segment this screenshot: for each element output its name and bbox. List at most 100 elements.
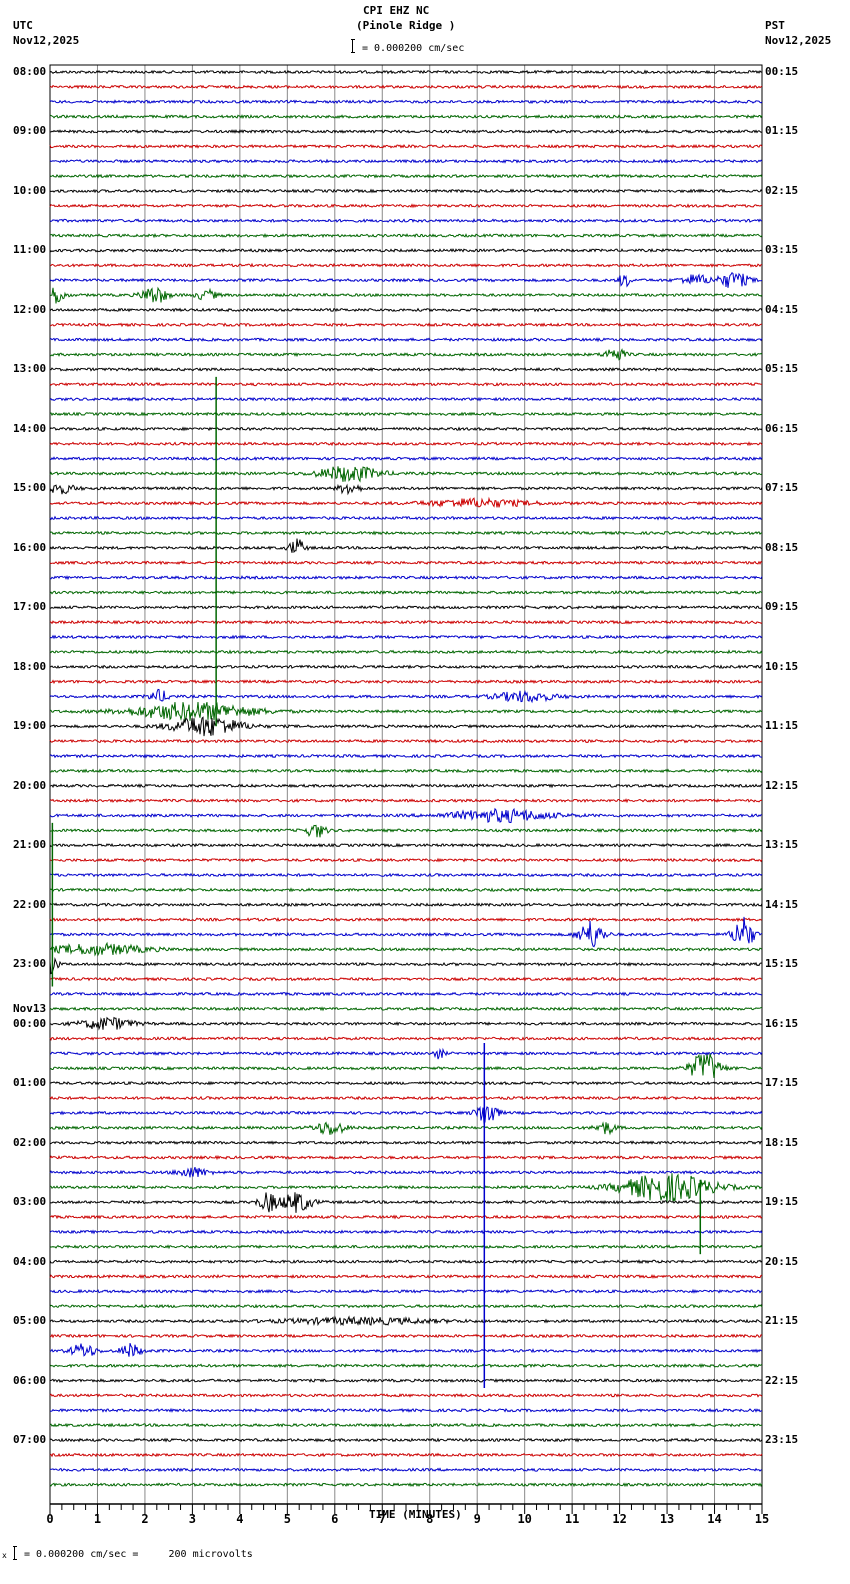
pst-hour-label: 20:15 [765, 1254, 799, 1268]
trace-row-92 [49, 1437, 763, 1443]
utc-hour-label: 07:00 [13, 1433, 47, 1447]
trace-row-71 [49, 1121, 763, 1136]
trace-row-49 [49, 798, 763, 804]
trace-row-2 [49, 99, 763, 105]
trace-row-21 [49, 381, 762, 387]
trace-row-36 [49, 604, 763, 610]
trace-row-61 [49, 976, 763, 982]
pst-hour-label: 10:15 [765, 659, 799, 673]
x-tick-label: 9 [474, 1512, 481, 1526]
trace-row-5 [49, 143, 763, 149]
trace-row-28 [49, 483, 763, 496]
trace-row-79 [49, 1244, 763, 1250]
utc-hour-label: 12:00 [13, 302, 47, 316]
x-tick-label: 4 [236, 1512, 243, 1526]
utc-hour-label: 01:00 [13, 1076, 47, 1090]
trace-row-30 [49, 515, 763, 521]
trace-row-77 [49, 1214, 763, 1220]
utc-hour-label: 16:00 [13, 540, 47, 554]
x-tick-label: 2 [141, 1512, 148, 1526]
trace-row-63 [49, 1006, 762, 1012]
trace-row-73 [49, 1154, 763, 1161]
x-tick-label: 3 [189, 1512, 196, 1526]
trace-row-38 [49, 634, 763, 640]
seismogram-plot: 0 1 2 3 4 5 6 7 8 9 10 11 12 13 14 15 [46, 64, 769, 1526]
trace-row-29 [49, 496, 763, 508]
trace-row-65 [49, 1036, 763, 1041]
trace-row-50 [49, 807, 763, 823]
pst-hour-label: 05:15 [765, 362, 799, 376]
trace-row-24 [49, 426, 763, 432]
trace-row-42 [49, 688, 763, 704]
x-tick-label: 12 [612, 1512, 626, 1526]
trace-row-7 [49, 173, 763, 179]
trace-row-32 [49, 538, 763, 554]
utc-hour-label: 10:00 [13, 183, 47, 197]
trace-row-75 [49, 1173, 763, 1203]
pst-hour-label: 08:15 [765, 540, 799, 554]
trace-row-27 [49, 466, 763, 483]
utc-hour-label: 11:00 [13, 243, 47, 257]
pst-hour-label: 18:15 [765, 1135, 799, 1149]
trace-row-67 [49, 1053, 763, 1079]
trace-row-56 [49, 902, 763, 908]
trace-row-90 [49, 1407, 762, 1413]
trace-row-33 [49, 560, 763, 566]
footer-scale-text: = 0.000200 cm/sec = 200 microvolts [24, 1549, 253, 1560]
utc-hour-label: 04:00 [13, 1254, 47, 1268]
x-tick-label: 0 [46, 1512, 53, 1526]
trace-row-52 [49, 842, 763, 848]
pst-hour-label: 22:15 [765, 1373, 799, 1387]
trace-row-70 [49, 1105, 763, 1125]
trace-row-69 [49, 1095, 763, 1101]
trace-row-62 [50, 991, 763, 997]
trace-row-80 [49, 1259, 763, 1264]
trace-row-3 [49, 114, 763, 120]
utc-hour-label: 13:00 [13, 362, 47, 376]
trace-row-4 [49, 128, 763, 134]
utc-hour-label: 21:00 [13, 838, 47, 852]
trace-row-20 [49, 366, 763, 372]
pst-hour-label: 04:15 [765, 302, 799, 316]
trace-row-23 [49, 411, 763, 417]
trace-row-68 [49, 1080, 763, 1086]
pst-hour-label: 19:15 [765, 1195, 799, 1209]
trace-row-25 [49, 441, 763, 447]
x-tick-label: 15 [755, 1512, 769, 1526]
x-axis-label: TIME (MINUTES) [369, 1508, 462, 1521]
pst-hour-label: 21:15 [765, 1314, 799, 1328]
trace-row-15 [49, 286, 763, 304]
x-tick-label: 1 [94, 1512, 101, 1526]
trace-row-10 [49, 218, 763, 224]
trace-row-9 [49, 203, 763, 209]
trace-row-85 [49, 1333, 763, 1339]
trace-row-74 [49, 1166, 763, 1178]
utc-hour-label: 06:00 [13, 1373, 47, 1387]
trace-row-88 [49, 1378, 763, 1383]
pst-hour-label: 13:15 [765, 838, 799, 852]
trace-row-60 [49, 957, 763, 975]
x-tick-label: 10 [517, 1512, 531, 1526]
trace-row-53 [49, 857, 763, 863]
pst-hour-label: 02:15 [765, 183, 799, 197]
trace-row-95 [49, 1482, 763, 1488]
utc-hour-label: 00:00 [13, 1016, 47, 1030]
trace-row-89 [49, 1393, 763, 1398]
trace-row-72 [49, 1140, 763, 1146]
utc-hour-label: 19:00 [13, 719, 47, 733]
pst-hour-label: 12:15 [765, 778, 799, 792]
trace-row-47 [49, 768, 763, 774]
pst-hour-label: 07:15 [765, 481, 799, 495]
pst-hour-label: 01:15 [765, 124, 799, 138]
x-tick-label: 13 [660, 1512, 674, 1526]
utc-hour-label: 08:00 [13, 65, 47, 78]
utc-hour-label: 03:00 [13, 1195, 47, 1209]
trace-row-31 [49, 530, 763, 536]
trace-row-81 [49, 1273, 763, 1279]
utc-hour-label: 15:00 [13, 481, 47, 495]
trace-row-54 [49, 872, 763, 878]
trace-row-39 [49, 649, 763, 655]
trace-row-18 [49, 337, 763, 343]
pst-hour-label: 15:15 [765, 957, 799, 971]
utc-hour-label: 17:00 [13, 600, 47, 614]
